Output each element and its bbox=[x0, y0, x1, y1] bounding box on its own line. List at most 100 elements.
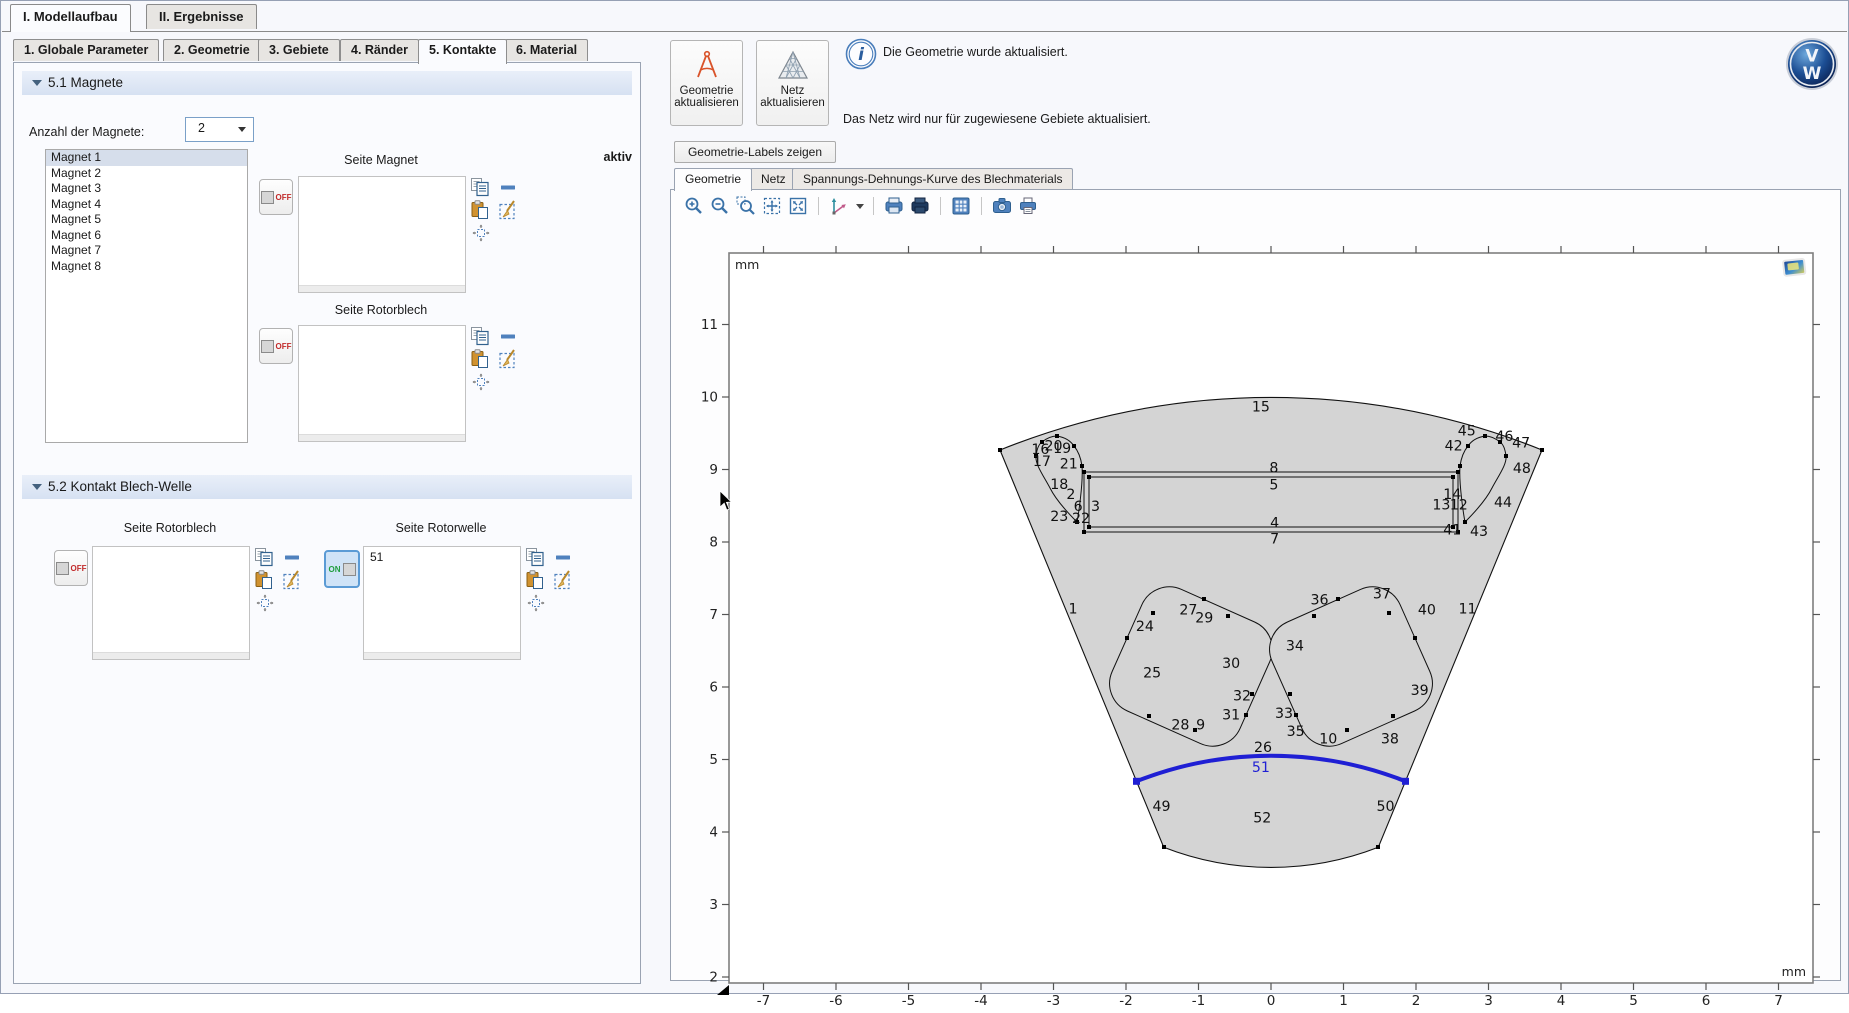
x-axis-tick-label: 3 bbox=[1484, 993, 1493, 1009]
scrollbar-track[interactable] bbox=[93, 652, 249, 659]
magnet-list-item[interactable]: Magnet 8 bbox=[46, 259, 247, 275]
paste-icon[interactable] bbox=[254, 570, 274, 590]
seite-magnet-selection-box[interactable] bbox=[298, 176, 466, 293]
selected-boundary-item[interactable]: 51 bbox=[370, 550, 383, 564]
boundary-label-7: 7 bbox=[1270, 531, 1279, 547]
magnet-list-item[interactable]: Magnet 1 bbox=[46, 150, 247, 166]
tab-modellaufbau[interactable]: I. Modellaufbau bbox=[10, 4, 131, 32]
clear-selection-icon[interactable] bbox=[498, 200, 518, 220]
boundary-label-42: 42 bbox=[1445, 439, 1463, 455]
kontakt-rotorblech-selection-box[interactable] bbox=[92, 546, 250, 660]
remove-icon[interactable] bbox=[499, 327, 519, 347]
tab-material[interactable]: 6. Material bbox=[505, 39, 588, 61]
anzahl-magnete-dropdown[interactable]: 2 bbox=[185, 117, 254, 142]
section-title: 5.1 Magnete bbox=[48, 75, 123, 90]
seite-rotorblech-selection-box[interactable] bbox=[298, 325, 466, 442]
button-label: Geometrie bbox=[680, 85, 734, 97]
plot-thumbnail-icon[interactable] bbox=[1783, 259, 1805, 276]
boundary-label-31: 31 bbox=[1222, 708, 1240, 724]
remove-icon[interactable] bbox=[283, 548, 303, 568]
tab-ergebnisse[interactable]: II. Ergebnisse bbox=[146, 4, 257, 29]
zoom-selected-icon[interactable] bbox=[527, 594, 547, 614]
kontakt-rotorblech-label: Seite Rotorblech bbox=[92, 521, 248, 535]
tab-geometrie[interactable]: 2. Geometrie bbox=[163, 39, 261, 61]
geometrie-aktualisieren-button[interactable]: Geometrie aktualisieren bbox=[670, 40, 743, 126]
geometry-vertex bbox=[1463, 520, 1467, 524]
kontakt-rotorwelle-toggle[interactable]: ON bbox=[324, 550, 360, 588]
boundary-label-48: 48 bbox=[1513, 461, 1531, 477]
copy-icon[interactable] bbox=[470, 177, 490, 197]
print-icon[interactable] bbox=[1017, 195, 1039, 217]
magnet-list-item[interactable]: Magnet 2 bbox=[46, 166, 247, 182]
geometry-vertex bbox=[1226, 614, 1230, 618]
tab-graphics-spannung[interactable]: Spannungs-Dehnungs-Kurve des Blechmateri… bbox=[792, 168, 1073, 189]
geometry-vertex bbox=[1288, 692, 1292, 696]
grid-icon[interactable] bbox=[950, 195, 972, 217]
paste-icon[interactable] bbox=[525, 570, 545, 590]
geometrie-labels-zeigen-button[interactable]: Geometrie-Labels zeigen bbox=[674, 141, 836, 163]
zoom-extents-icon[interactable] bbox=[761, 195, 783, 217]
selected-boundary-vertex bbox=[1133, 778, 1140, 785]
boundary-label-43: 43 bbox=[1470, 524, 1488, 540]
tab-globale-parameter[interactable]: 1. Globale Parameter bbox=[13, 39, 159, 61]
copy-icon[interactable] bbox=[254, 547, 274, 567]
zoom-in-icon[interactable] bbox=[683, 195, 705, 217]
section-header-magnete[interactable]: 5.1 Magnete bbox=[22, 71, 632, 95]
geometry-vertex bbox=[1312, 614, 1316, 618]
geometry-vertex bbox=[1162, 845, 1166, 849]
plot-image-icon[interactable] bbox=[883, 195, 905, 217]
copy-icon[interactable] bbox=[525, 547, 545, 567]
x-axis-tick-label: 1 bbox=[1339, 993, 1348, 1009]
x-axis-tick-label: -4 bbox=[974, 993, 987, 1009]
remove-icon[interactable] bbox=[554, 548, 574, 568]
geometry-plot[interactable]: -7-6-5-4-3-2-101234567234567891011mmmm15… bbox=[680, 228, 1845, 1013]
kontakt-rotorwelle-selection-box[interactable]: 51 bbox=[363, 546, 521, 660]
zoom-out-icon[interactable] bbox=[709, 195, 731, 217]
collapse-triangle-icon[interactable] bbox=[32, 484, 42, 490]
magnet-list-item[interactable]: Magnet 7 bbox=[46, 243, 247, 259]
zoom-box-icon[interactable] bbox=[735, 195, 757, 217]
kontakt-rotorblech-toggle[interactable]: OFF bbox=[54, 550, 88, 586]
dropdown-caret-icon[interactable] bbox=[856, 204, 864, 209]
netz-aktualisieren-button[interactable]: Netz aktualisieren bbox=[756, 40, 829, 126]
seite-magnet-icon-cluster bbox=[470, 177, 524, 302]
magnet-list-item[interactable]: Magnet 4 bbox=[46, 197, 247, 213]
x-axis-tick-label: -7 bbox=[757, 993, 770, 1009]
snapshot-icon[interactable] bbox=[991, 195, 1013, 217]
magnet-list[interactable]: Magnet 1Magnet 2Magnet 3Magnet 4Magnet 5… bbox=[45, 149, 248, 443]
tab-raender[interactable]: 4. Ränder bbox=[340, 39, 419, 61]
clear-selection-icon[interactable] bbox=[282, 570, 302, 590]
clear-selection-icon[interactable] bbox=[498, 349, 518, 369]
plot-image-dark-icon[interactable] bbox=[909, 195, 931, 217]
tab-graphics-geometrie[interactable]: Geometrie bbox=[674, 168, 752, 191]
copy-icon[interactable] bbox=[470, 326, 490, 346]
collapse-triangle-icon[interactable] bbox=[32, 80, 42, 86]
seite-magnet-toggle[interactable]: OFF bbox=[259, 179, 293, 215]
magnet-list-item[interactable]: Magnet 5 bbox=[46, 212, 247, 228]
seite-rotorblech-toggle[interactable]: OFF bbox=[259, 328, 293, 364]
scrollbar-track[interactable] bbox=[299, 285, 465, 292]
paste-icon[interactable] bbox=[470, 349, 490, 369]
paste-icon[interactable] bbox=[470, 200, 490, 220]
zoom-selected-icon[interactable] bbox=[472, 224, 492, 244]
tab-graphics-netz[interactable]: Netz bbox=[750, 168, 797, 189]
tab-gebiete[interactable]: 3. Gebiete bbox=[258, 39, 340, 61]
magnet-list-item[interactable]: Magnet 6 bbox=[46, 228, 247, 244]
zoom-selected-icon[interactable] bbox=[256, 594, 276, 614]
section-header-kontakt[interactable]: 5.2 Kontakt Blech-Welle bbox=[22, 475, 632, 499]
info-icon: i bbox=[845, 38, 877, 70]
axis-orientation-icon[interactable] bbox=[828, 195, 850, 217]
button-label: aktualisieren bbox=[674, 97, 739, 109]
scrollbar-track[interactable] bbox=[364, 652, 520, 659]
y-axis-tick-label: 6 bbox=[709, 680, 718, 696]
geometry-vertex bbox=[1376, 845, 1380, 849]
zoom-selected-icon[interactable] bbox=[472, 373, 492, 393]
remove-icon[interactable] bbox=[499, 178, 519, 198]
tab-kontakte[interactable]: 5. Kontakte bbox=[418, 39, 507, 64]
scrollbar-track[interactable] bbox=[299, 434, 465, 441]
magnet-list-item[interactable]: Magnet 3 bbox=[46, 181, 247, 197]
clear-selection-icon[interactable] bbox=[553, 570, 573, 590]
zoom-fit-icon[interactable] bbox=[787, 195, 809, 217]
boundary-label-6: 6 bbox=[1074, 499, 1083, 515]
boundary-label-39: 39 bbox=[1411, 683, 1429, 699]
